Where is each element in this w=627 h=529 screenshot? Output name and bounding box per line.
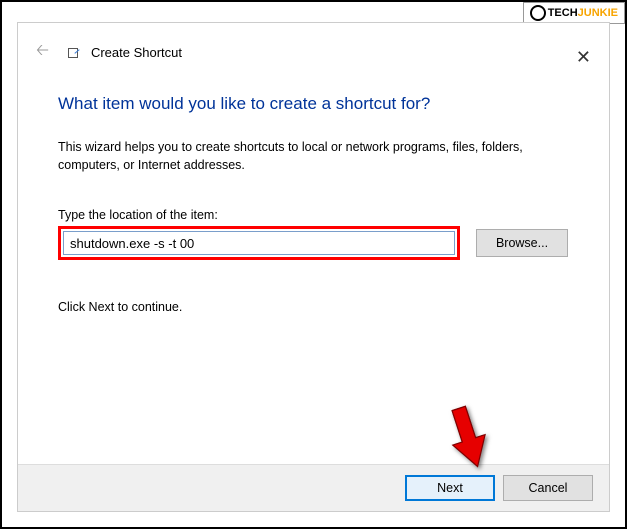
window-body: What item would you like to create a sho… <box>18 74 609 464</box>
window-header: 🡠 Create Shortcut <box>18 23 609 74</box>
logo-icon <box>530 5 546 21</box>
continue-text: Click Next to continue. <box>58 300 573 314</box>
browse-button[interactable]: Browse... <box>476 229 568 257</box>
wizard-question: What item would you like to create a sho… <box>58 94 573 114</box>
cancel-button[interactable]: Cancel <box>503 475 593 501</box>
window-title: Create Shortcut <box>91 45 182 60</box>
create-shortcut-window: ✕ 🡠 Create Shortcut What item would you … <box>17 22 610 512</box>
window-footer: Next Cancel <box>18 464 609 511</box>
back-arrow-icon[interactable]: 🡠 <box>30 39 55 66</box>
watermark-logo: TECHJUNKIE <box>523 2 625 24</box>
wizard-description: This wizard helps you to create shortcut… <box>58 138 558 174</box>
close-icon[interactable]: ✕ <box>576 47 591 68</box>
shortcut-icon <box>67 47 79 59</box>
input-highlight <box>58 226 460 260</box>
next-button[interactable]: Next <box>405 475 495 501</box>
location-label: Type the location of the item: <box>58 208 573 222</box>
location-input[interactable] <box>63 231 455 255</box>
